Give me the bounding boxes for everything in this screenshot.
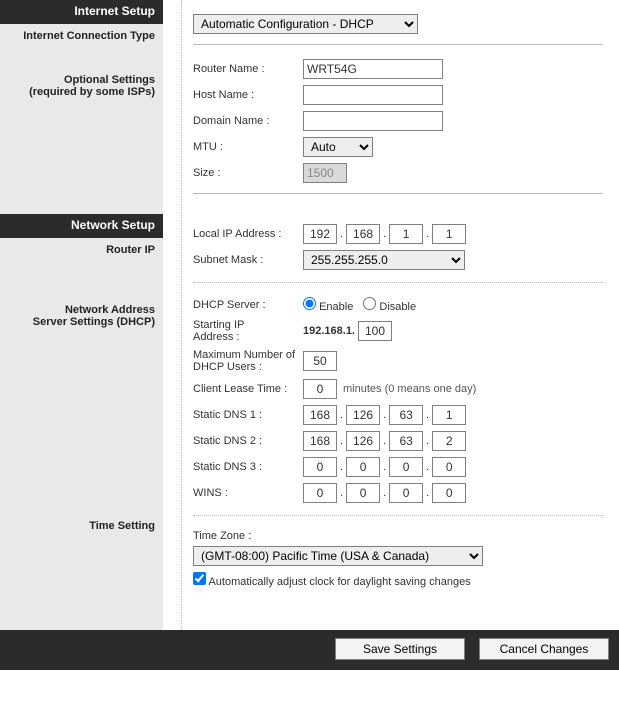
time-setting-label: Time Setting: [0, 514, 163, 538]
timezone-select[interactable]: (GMT-08:00) Pacific Time (USA & Canada): [193, 546, 483, 566]
internet-setup-heading: Internet Setup: [0, 0, 163, 24]
size-field-label: Size :: [193, 167, 303, 179]
sdns3-oct2-input[interactable]: [346, 457, 380, 477]
sdns1-oct4-input[interactable]: [432, 405, 466, 425]
network-address-label-l1: Network Address: [0, 298, 163, 316]
ip-dot: .: [383, 461, 386, 473]
static-dns1-field-label: Static DNS 1 :: [193, 409, 303, 421]
ip-dot: .: [340, 461, 343, 473]
optional-settings-label-l1: Optional Settings: [0, 68, 163, 86]
ip-dot: .: [340, 487, 343, 499]
mtu-select[interactable]: Auto: [303, 137, 373, 157]
sdns2-oct2-input[interactable]: [346, 431, 380, 451]
router-name-field-label: Router Name :: [193, 63, 303, 75]
subnet-mask-field-label: Subnet Mask :: [193, 254, 303, 266]
cancel-changes-button[interactable]: Cancel Changes: [479, 638, 609, 660]
host-name-input[interactable]: [303, 85, 443, 105]
max-users-field-label: Maximum Number of DHCP Users :: [193, 349, 303, 373]
separator: [193, 193, 603, 194]
ip-dot: .: [383, 228, 386, 240]
footer-bar: Save Settings Cancel Changes: [0, 630, 619, 670]
mtu-field-label: MTU :: [193, 141, 303, 153]
wins-oct4-input[interactable]: [432, 483, 466, 503]
sdns2-oct3-input[interactable]: [389, 431, 423, 451]
ip-dot: .: [340, 409, 343, 421]
lease-time-input[interactable]: [303, 379, 337, 399]
local-ip-oct4-input[interactable]: [432, 224, 466, 244]
sdns3-oct3-input[interactable]: [389, 457, 423, 477]
vertical-divider: [181, 0, 182, 630]
ip-dot: .: [426, 409, 429, 421]
lease-time-field-label: Client Lease Time :: [193, 383, 303, 395]
dashed-separator: [193, 515, 603, 516]
auto-dst-text: Automatically adjust clock for daylight …: [208, 576, 470, 588]
static-dns2-field-label: Static DNS 2 :: [193, 435, 303, 447]
ip-dot: .: [383, 409, 386, 421]
max-users-field-label-l1: Maximum Number of: [193, 349, 303, 361]
host-name-field-label: Host Name :: [193, 89, 303, 101]
max-users-field-label-l2: DHCP Users :: [193, 361, 303, 373]
dhcp-enable-radio[interactable]: [303, 297, 316, 310]
router-ip-label: Router IP: [0, 238, 163, 262]
wins-oct2-input[interactable]: [346, 483, 380, 503]
ip-dot: .: [426, 228, 429, 240]
ip-dot: .: [426, 435, 429, 447]
subnet-mask-select[interactable]: 255.255.255.0: [303, 250, 465, 270]
network-setup-heading: Network Setup: [0, 214, 163, 238]
dhcp-server-field-label: DHCP Server :: [193, 299, 303, 311]
optional-settings-label-l2: (required by some ISPs): [0, 86, 163, 104]
dhcp-enable-text: Enable: [319, 301, 353, 313]
starting-ip-last-input[interactable]: [358, 321, 392, 341]
lease-time-suffix: minutes (0 means one day): [343, 383, 476, 395]
router-name-input[interactable]: [303, 59, 443, 79]
size-input: [303, 163, 347, 183]
internet-connection-type-label: Internet Connection Type: [0, 24, 163, 48]
local-ip-field-label: Local IP Address :: [193, 228, 303, 240]
starting-ip-field-label-l2: Address :: [193, 331, 303, 343]
wins-oct1-input[interactable]: [303, 483, 337, 503]
static-dns3-field-label: Static DNS 3 :: [193, 461, 303, 473]
sdns2-oct4-input[interactable]: [432, 431, 466, 451]
sdns3-oct4-input[interactable]: [432, 457, 466, 477]
dhcp-disable-text: Disable: [379, 301, 416, 313]
network-address-label-l2: Server Settings (DHCP): [0, 316, 163, 334]
local-ip-oct2-input[interactable]: [346, 224, 380, 244]
separator: [193, 44, 603, 45]
max-users-input[interactable]: [303, 351, 337, 371]
ip-dot: .: [383, 487, 386, 499]
sdns3-oct1-input[interactable]: [303, 457, 337, 477]
dhcp-disable-radio[interactable]: [363, 297, 376, 310]
ip-dot: .: [340, 435, 343, 447]
starting-ip-field-label-l1: Starting IP: [193, 319, 303, 331]
dhcp-enable-label[interactable]: Enable: [303, 297, 353, 313]
sdns1-oct3-input[interactable]: [389, 405, 423, 425]
ip-dot: .: [426, 461, 429, 473]
ip-dot: .: [383, 435, 386, 447]
dhcp-disable-label[interactable]: Disable: [363, 297, 416, 313]
auto-dst-checkbox[interactable]: [193, 572, 206, 585]
sdns2-oct1-input[interactable]: [303, 431, 337, 451]
sdns1-oct1-input[interactable]: [303, 405, 337, 425]
internet-connection-type-select[interactable]: Automatic Configuration - DHCP: [193, 14, 418, 34]
sdns1-oct2-input[interactable]: [346, 405, 380, 425]
wins-field-label: WINS :: [193, 487, 303, 499]
local-ip-oct1-input[interactable]: [303, 224, 337, 244]
timezone-field-label: Time Zone :: [193, 530, 251, 542]
starting-ip-field-label: Starting IP Address :: [193, 319, 303, 343]
starting-ip-prefix: 192.168.1.: [303, 325, 355, 337]
domain-name-input[interactable]: [303, 111, 443, 131]
ip-dot: .: [340, 228, 343, 240]
ip-dot: .: [426, 487, 429, 499]
dashed-separator: [193, 282, 603, 283]
save-settings-button[interactable]: Save Settings: [335, 638, 465, 660]
wins-oct3-input[interactable]: [389, 483, 423, 503]
local-ip-oct3-input[interactable]: [389, 224, 423, 244]
domain-name-field-label: Domain Name :: [193, 115, 303, 127]
auto-dst-label[interactable]: Automatically adjust clock for daylight …: [193, 572, 471, 588]
